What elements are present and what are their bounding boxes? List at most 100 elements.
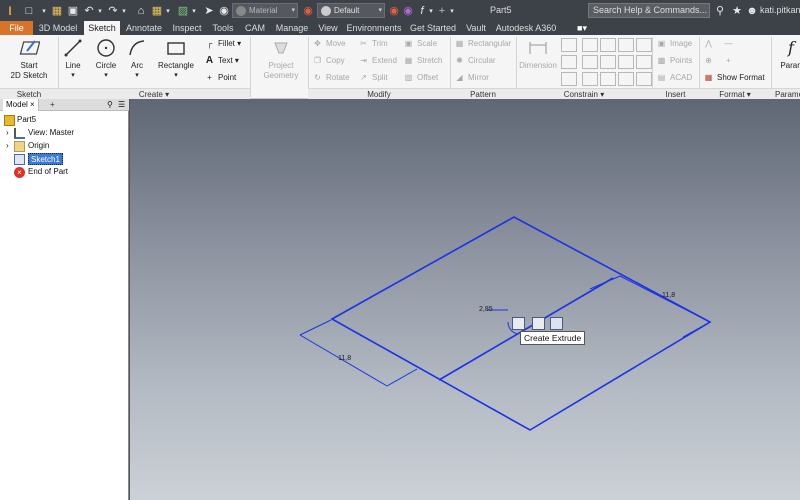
expand-icon[interactable]: › [6, 140, 9, 152]
tab-file[interactable]: File [0, 21, 33, 35]
copy-button[interactable]: ❐ Copy [312, 55, 345, 67]
circular-pattern-button[interactable]: ✺ Circular [454, 55, 495, 67]
project-icon[interactable]: ▦ [150, 2, 164, 19]
dimension-value-right[interactable]: 11,8 [662, 292, 675, 299]
smooth-icon[interactable] [600, 72, 616, 86]
tab-environments[interactable]: Environments [345, 21, 403, 35]
panel-title-constrain[interactable]: Constrain ▾ [516, 88, 652, 99]
tangent-icon[interactable] [582, 72, 598, 86]
tab-get-started[interactable]: Get Started [408, 21, 458, 35]
undo-dropdown-icon[interactable]: ▾ [96, 2, 104, 19]
tab-cam[interactable]: CAM [241, 21, 269, 35]
rotate-button[interactable]: ↻ Rotate [312, 72, 349, 84]
image-button[interactable]: ▣ Image [656, 38, 693, 50]
material-select[interactable]: Material ▾ [232, 3, 298, 18]
tab-sketch[interactable]: Sketch [84, 21, 120, 35]
extension-lines-left[interactable] [299, 319, 418, 387]
tab-view[interactable]: View [315, 21, 341, 35]
acad-button[interactable]: ▤ ACAD [656, 72, 693, 84]
sketch-line[interactable] [438, 277, 614, 381]
update-icon[interactable]: ▨ [176, 2, 190, 19]
scale-button[interactable]: ▣ Scale [403, 38, 437, 50]
trim-button[interactable]: ✂ Trim [358, 38, 388, 50]
video-icon[interactable]: ■▾ [572, 21, 592, 35]
vertical-icon[interactable] [636, 55, 652, 69]
tab-3d-model[interactable]: 3D Model [35, 21, 81, 35]
offset-button[interactable]: ▧ Offset [403, 72, 438, 84]
centerline-icon[interactable]: — [723, 38, 737, 50]
expand-icon[interactable]: › [6, 127, 9, 139]
fix-icon[interactable] [636, 38, 652, 52]
driven-dimension-icon[interactable]: + [723, 55, 737, 67]
show-constraints-icon[interactable] [561, 72, 577, 86]
plus-icon[interactable]: + [436, 2, 448, 19]
split-button[interactable]: ↗ Split [358, 72, 387, 84]
adjust-icon[interactable]: ◉ [388, 2, 400, 19]
physical-icon[interactable]: ◉ [218, 2, 230, 19]
redo-icon[interactable]: ↷ [106, 2, 120, 19]
home-icon[interactable]: ⌂ [134, 2, 148, 19]
search-input[interactable]: Search Help & Commands... [588, 3, 710, 18]
favorites-icon[interactable]: ★ [731, 2, 743, 19]
fx-dropdown-icon[interactable]: ▾ [427, 2, 435, 19]
add-browser-button[interactable]: + [50, 99, 55, 111]
tab-tools[interactable]: Tools [209, 21, 237, 35]
rectangle-button[interactable]: Rectangle ▾ [154, 37, 198, 81]
symmetric-icon[interactable] [618, 72, 634, 86]
line-button[interactable]: Line ▾ [60, 37, 86, 81]
select-icon[interactable]: ➤ [202, 2, 216, 19]
search-icon[interactable]: ⚲ [107, 99, 113, 111]
extend-button[interactable]: ⇥ Extend [358, 55, 397, 67]
mirror-button[interactable]: ◢ Mirror [454, 72, 488, 84]
panel-title-create[interactable]: Create ▾ [58, 88, 250, 99]
customize-dropdown-icon[interactable]: ▾ [448, 2, 456, 19]
arc-button[interactable]: Arc ▾ [124, 37, 150, 81]
tree-item-view-master[interactable]: View: Master [28, 127, 74, 139]
collinear-icon[interactable] [600, 38, 616, 52]
auto-dimension-icon[interactable] [561, 38, 577, 52]
open-icon[interactable]: ▦ [50, 2, 64, 19]
circle-button[interactable]: Circle ▾ [90, 37, 122, 81]
perpendicular-icon[interactable] [600, 55, 616, 69]
coincident-icon[interactable] [582, 38, 598, 52]
equal-icon[interactable] [636, 72, 652, 86]
tab-annotate[interactable]: Annotate [123, 21, 165, 35]
tab-autodesk-a360[interactable]: Autodesk A360 [494, 21, 558, 35]
redo-dropdown-icon[interactable]: ▾ [120, 2, 128, 19]
new-icon[interactable]: □ [22, 2, 36, 19]
close-icon[interactable]: × [30, 100, 35, 109]
user-icon[interactable]: ☻ [746, 2, 758, 19]
tab-vault[interactable]: Vault [462, 21, 490, 35]
clear-appearance-icon[interactable]: ◉ [402, 2, 414, 19]
center-point-icon[interactable]: ⊕ [703, 55, 717, 67]
app-logo-icon[interactable]: I [4, 2, 16, 19]
start-2d-sketch-button[interactable]: Start 2D Sketch [4, 37, 54, 81]
points-button[interactable]: ▩ Points [656, 55, 693, 67]
move-button[interactable]: ✥ Move [312, 38, 345, 50]
appearance-icon[interactable]: ◉ [302, 2, 314, 19]
profile-select-icon[interactable] [512, 317, 525, 330]
menu-icon[interactable]: ☰ [118, 99, 125, 111]
text-button[interactable]: A Text ▾ [204, 55, 239, 67]
rectangular-pattern-button[interactable]: ▦ Rectangular [454, 38, 511, 50]
parallel-icon[interactable] [582, 55, 598, 69]
horizontal-icon[interactable] [618, 55, 634, 69]
project-dropdown-icon[interactable]: ▾ [164, 2, 172, 19]
sketch-geometry[interactable] [130, 99, 800, 500]
fillet-button[interactable]: ┌ Fillet ▾ [204, 38, 241, 50]
save-icon[interactable]: ▣ [66, 2, 80, 19]
tree-item-origin[interactable]: Origin [28, 140, 49, 152]
revolve-minitoolbar-icon[interactable] [550, 317, 563, 330]
parameters-button[interactable]: f Paran [776, 37, 800, 71]
user-name[interactable]: kati.pitkane [760, 5, 800, 15]
dimension-line-right[interactable] [619, 275, 711, 323]
constraint-settings-icon[interactable] [561, 55, 577, 69]
panel-title-format[interactable]: Format ▾ [699, 88, 771, 99]
construction-icon[interactable]: ⋀ [703, 38, 717, 50]
tab-model[interactable]: Model × [3, 99, 39, 111]
tab-manage[interactable]: Manage [273, 21, 311, 35]
point-button[interactable]: + Point [204, 72, 236, 84]
dimension-button[interactable]: Dimension [518, 37, 558, 71]
tree-item-part5[interactable]: Part5 [17, 114, 36, 126]
search-icon[interactable]: ⚲ [713, 2, 727, 19]
